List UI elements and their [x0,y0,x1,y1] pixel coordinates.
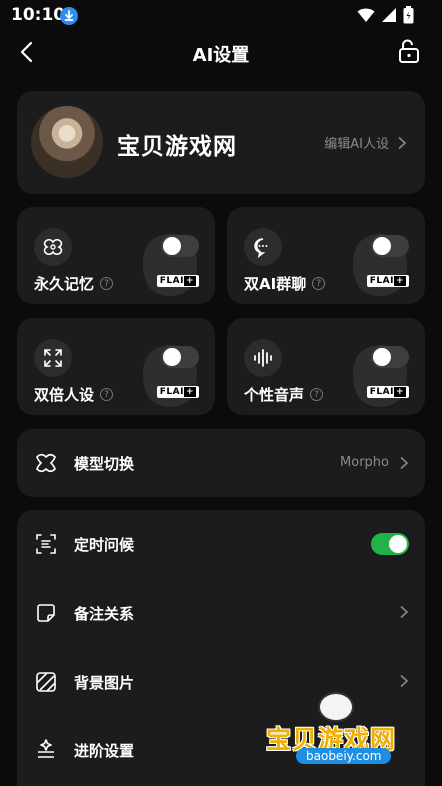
schedule-icon [36,534,56,554]
feature-label-text: 双倍人设 [34,386,95,404]
edit-persona-label: 编辑AI人设 [324,137,389,152]
help-icon[interactable]: ? [100,388,114,401]
chat-icon [244,228,282,266]
model-switch-row[interactable]: 模型切换 Morpho [17,429,425,497]
help-icon[interactable]: ? [312,277,326,290]
feature-label-double-persona: 双倍人设 ? [34,384,114,405]
help-icon[interactable]: ? [100,277,114,290]
feature-card-voice: 个性音声 ? FLAI + [227,318,425,415]
greeting-label: 定时问候 [74,536,135,554]
flai-plus-badge: FLAI + [156,275,199,287]
profile-name: 宝贝游戏网 [117,134,237,160]
feature-card-dual-chat: 双AI群聊 ? FLAI + [227,207,425,304]
badge-plus: + [183,276,196,286]
help-icon[interactable]: ? [310,388,324,401]
unlock-button[interactable] [394,36,424,66]
model-value: Morpho [340,455,409,470]
feature-card-memory: 永久记忆 ? FLAI + [17,207,215,304]
relation-label: 备注关系 [74,605,135,623]
chevron-right-icon [400,456,409,469]
feature-label-dual-chat: 双AI群聊 ? [244,273,326,294]
double-persona-toggle[interactable] [161,346,199,368]
wifi-icon [357,8,375,22]
page-title: AI设置 [192,45,250,66]
mascot-icon [318,692,354,722]
badge-text: FLAI [159,276,184,286]
edit-persona-link[interactable]: 编辑AI人设 [324,133,407,152]
badge-plus: + [393,387,406,397]
unlock-icon [399,39,419,63]
flai-plus-badge: FLAI + [366,275,409,287]
download-icon [60,7,78,25]
feature-label-text: 永久记忆 [34,275,95,293]
background-label: 背景图片 [74,674,135,692]
model-value-text: Morpho [340,455,389,470]
signal-icon [382,8,396,22]
feature-label-text: 个性音声 [244,386,305,404]
dual-chat-toggle[interactable] [371,235,409,257]
badge-text: FLAI [369,276,394,286]
list-item-relation[interactable]: 备注关系 [17,578,425,646]
avatar [31,106,103,178]
chevron-right-icon [400,605,409,619]
watermark-url: baobeiy.com [296,748,392,764]
list-item-greeting[interactable]: 定时问候 [17,510,425,578]
waveform-icon [244,339,282,377]
chevron-right-icon [398,136,407,149]
sparkle-settings-icon [38,739,54,758]
flai-plus-badge: FLAI + [366,386,409,398]
expand-icon [34,339,72,377]
flai-plus-badge: FLAI + [156,386,199,398]
image-hatch-icon [36,672,56,692]
badge-text: FLAI [369,387,394,397]
badge-plus: + [183,387,196,397]
model-switch-label: 模型切换 [74,455,135,473]
advanced-label: 进阶设置 [74,742,135,760]
badge-plus: + [393,276,406,286]
badge-text: FLAI [159,387,184,397]
status-time: 10:10 [11,5,66,25]
memory-icon [34,228,72,266]
note-icon [37,604,55,622]
memory-toggle[interactable] [161,235,199,257]
top-bar: AI设置 [0,32,442,74]
feature-card-double-persona: 双倍人设 ? FLAI + [17,318,215,415]
greeting-toggle[interactable] [371,533,409,555]
feature-label-voice: 个性音声 ? [244,384,324,405]
chevron-right-icon [400,674,409,688]
voice-toggle[interactable] [371,346,409,368]
model-icon [36,453,56,473]
feature-label-text: 双AI群聊 [244,275,307,293]
status-bar: 10:10 [0,0,442,32]
watermark-logo: 宝贝游戏网 baobeiy.com [266,690,416,770]
battery-icon [403,6,414,24]
feature-label-memory: 永久记忆 ? [34,273,114,294]
ai-profile-card[interactable]: 宝贝游戏网 编辑AI人设 [17,91,425,194]
